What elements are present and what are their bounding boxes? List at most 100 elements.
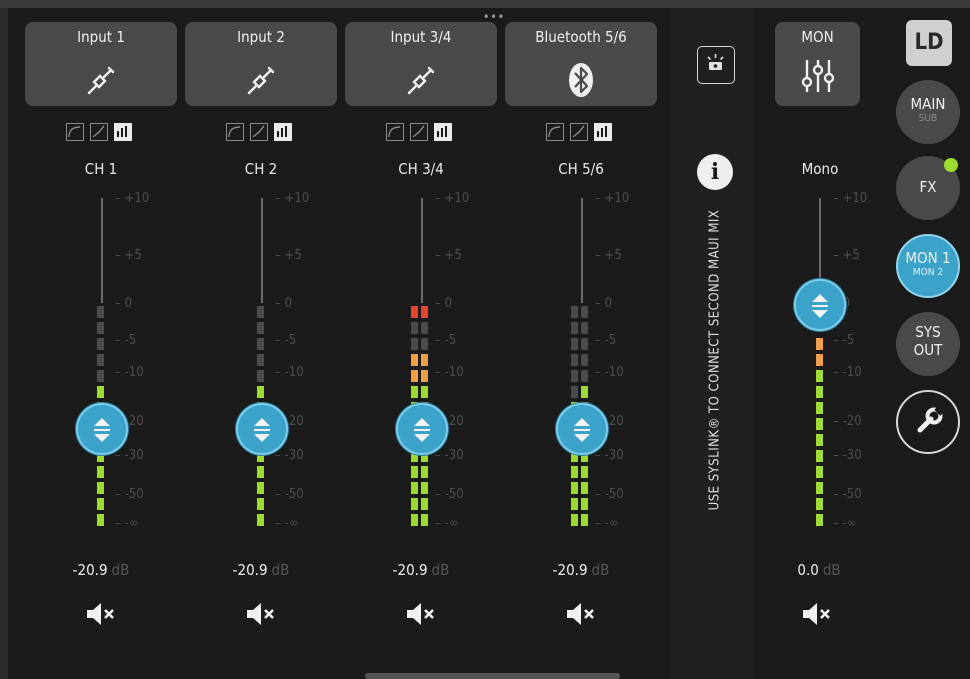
eq-view-icon[interactable] [226, 123, 244, 141]
scale-label: – -50 [435, 487, 464, 502]
meter-segment [581, 354, 588, 366]
fader-track[interactable] [101, 198, 103, 303]
up-down-arrows-icon [414, 418, 430, 442]
source-button-3[interactable]: Input 3/4 [345, 22, 497, 106]
up-down-arrows-icon [574, 418, 590, 442]
fader-track[interactable] [421, 198, 423, 303]
scale-label: – -∞ [115, 516, 139, 531]
meter-segment [257, 482, 264, 494]
channel-view-modes [386, 123, 466, 141]
mute-icon[interactable] [404, 600, 444, 630]
meter-segment [421, 322, 428, 334]
meter-segment [421, 514, 428, 526]
bus-main-button[interactable]: MAIN SUB [896, 80, 960, 144]
source-button-1[interactable]: Input 1 [25, 22, 177, 106]
meter-segment [571, 338, 578, 350]
monitor-source-button[interactable]: MON [775, 22, 860, 106]
compressor-view-icon[interactable] [90, 123, 108, 141]
source-button-2[interactable]: Input 2 [185, 22, 337, 106]
fader-knob[interactable] [76, 403, 128, 455]
bus-sysout-button[interactable]: SYS OUT [896, 312, 960, 376]
meter-segment [421, 338, 428, 350]
meter-segment [257, 306, 264, 318]
scale-label: – -5 [275, 333, 297, 348]
fader-knob[interactable] [556, 403, 608, 455]
compressor-view-icon[interactable] [250, 123, 268, 141]
meter-segment [97, 498, 104, 510]
link-indicator-icon[interactable] [697, 46, 735, 84]
ld-logo: LD [906, 20, 952, 66]
mute-icon[interactable] [564, 600, 604, 630]
meter-view-icon[interactable] [434, 123, 452, 141]
meter-segment [97, 322, 104, 334]
meter-segment [571, 466, 578, 478]
scale-label: – +10 [833, 191, 868, 206]
meter-segment [816, 450, 823, 462]
source-label: Input 3/4 [390, 28, 452, 46]
fader-knob[interactable] [396, 403, 448, 455]
scale-label: – -5 [435, 333, 457, 348]
compressor-view-icon[interactable] [570, 123, 588, 141]
scale-label: – -∞ [833, 516, 857, 531]
meter-segment [571, 514, 578, 526]
horizontal-scrollbar[interactable] [365, 673, 620, 679]
meter-segment [581, 482, 588, 494]
settings-button[interactable] [896, 390, 960, 454]
up-down-arrows-icon [94, 418, 110, 442]
fader-knob[interactable] [236, 403, 288, 455]
scale-label: – 0 [115, 296, 133, 311]
bus-mon-button[interactable]: MON 1 MON 2 [896, 234, 960, 298]
monitor-mute-icon[interactable] [800, 600, 840, 630]
scale-label: – -∞ [275, 516, 299, 531]
fader-track[interactable] [819, 198, 821, 288]
monitor-channel-name: Mono [801, 160, 839, 178]
scale-label: – 0 [275, 296, 293, 311]
info-icon[interactable]: i [697, 154, 733, 190]
meter-segment [411, 370, 418, 382]
compressor-view-icon[interactable] [410, 123, 428, 141]
bluetooth-icon [568, 62, 594, 102]
meter-segment [581, 338, 588, 350]
meter-segment [257, 338, 264, 350]
meter-segment [421, 466, 428, 478]
meter-segment [97, 338, 104, 350]
scale-label: – -∞ [435, 516, 459, 531]
meter-segment [257, 498, 264, 510]
scale-label: – -20 [833, 414, 862, 429]
scale-label: – -30 [595, 448, 624, 463]
eq-view-icon[interactable] [546, 123, 564, 141]
scale-label: – -50 [115, 487, 144, 502]
meter-segment [816, 386, 823, 398]
eq-view-icon[interactable] [386, 123, 404, 141]
meter-segment [816, 370, 823, 382]
wrench-icon [917, 406, 944, 433]
channel-name: CH 3/4 [398, 160, 444, 178]
meter-segment [421, 354, 428, 366]
scale-label: – +5 [833, 248, 860, 263]
meter-segment [257, 354, 264, 366]
meter-segment [411, 482, 418, 494]
scale-label: – -30 [275, 448, 304, 463]
scale-label: – -10 [115, 365, 144, 380]
monitor-level-unit: dB [822, 561, 841, 579]
bus-mon1-label: MON 1 [905, 249, 951, 267]
scale-label: – 0 [435, 296, 453, 311]
eq-view-icon[interactable] [66, 123, 84, 141]
mute-icon[interactable] [244, 600, 284, 630]
meter-view-icon[interactable] [114, 123, 132, 141]
scale-label: – -50 [833, 487, 862, 502]
source-button-4[interactable]: Bluetooth 5/6 [505, 22, 657, 106]
mute-icon[interactable] [84, 600, 124, 630]
meter-segment [581, 370, 588, 382]
fader-track[interactable] [261, 198, 263, 303]
fader-knob[interactable] [794, 279, 846, 331]
source-label: Input 1 [77, 28, 125, 46]
syslink-instructions: USE SYSLINK® TO CONNECT SECOND MAUI MIX [707, 209, 723, 511]
scale-label: – -30 [833, 448, 862, 463]
meter-segment [257, 466, 264, 478]
meter-view-icon[interactable] [594, 123, 612, 141]
level-value: -20.9 [232, 561, 268, 579]
scale-label: – -10 [833, 365, 862, 380]
fader-track[interactable] [581, 198, 583, 303]
meter-view-icon[interactable] [274, 123, 292, 141]
